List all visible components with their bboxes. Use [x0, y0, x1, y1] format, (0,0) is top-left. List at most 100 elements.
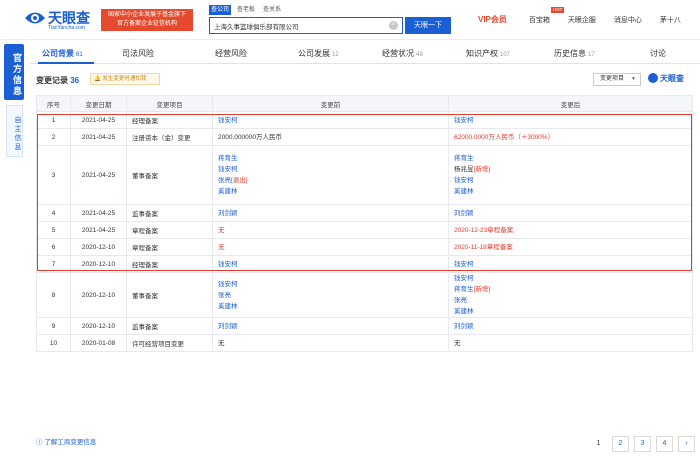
table-row: 7 2020-12-10 经理备案 钱安柯 钱安柯 [36, 255, 693, 273]
next-page-button[interactable]: › [678, 436, 695, 452]
nav-treasure-box[interactable]: 百宝箱 HOT [529, 6, 565, 25]
page-4[interactable]: 4 [656, 436, 673, 452]
person-link[interactable]: 刘剑颖 [218, 210, 238, 217]
change-value: 2020-11-18章程备案 [454, 242, 692, 253]
cell-no: 10 [36, 334, 71, 352]
user-name[interactable]: 茅十八 [660, 15, 681, 25]
change-value: 无 [454, 338, 692, 349]
person-link[interactable]: 张亮 [218, 292, 231, 299]
person-link[interactable]: 钱安柯 [218, 281, 238, 288]
table-row: 2 2021-04-25 注册资本（金）变更 2000.000000万人民币 62000… [36, 128, 693, 146]
search-tab-company[interactable]: 查公司 [209, 5, 232, 15]
search-button[interactable]: 天眼一下 [405, 17, 451, 34]
person-link[interactable]: 钱安柯 [454, 261, 474, 268]
tab-operating-risk[interactable]: 经营风险 [215, 48, 247, 59]
person-link[interactable]: 钱安柯 [454, 117, 474, 124]
chevron-down-icon: ▼ [631, 76, 636, 82]
cell-date: 2021-04-25 [70, 145, 127, 205]
search-input[interactable] [210, 18, 390, 33]
cell-before: 2000.000000万人民币 [212, 128, 449, 146]
tab-legal-risk[interactable]: 司法风险 [122, 48, 154, 59]
tab-discussion[interactable]: 讨论 [650, 48, 666, 59]
person-link[interactable]: 钱安柯 [454, 275, 474, 282]
person-link[interactable]: 蒋育生 [454, 286, 474, 293]
change-item-filter-select[interactable]: 变更项目 ▼ [593, 73, 641, 86]
tab-business-status[interactable]: 经营状况 49 [382, 48, 423, 59]
change-value: 奚建林 [454, 306, 692, 317]
person-link[interactable]: 钱安柯 [218, 117, 238, 124]
eye-logo-icon [25, 12, 45, 24]
person-link[interactable]: 钱安柯 [454, 177, 474, 184]
vip-link[interactable]: VIP会员 [478, 14, 507, 25]
tab-intellectual-property[interactable]: 知识产权 107 [466, 48, 510, 59]
person-link[interactable]: 钱安柯 [218, 261, 238, 268]
person-link[interactable]: 奚建林 [218, 188, 238, 195]
change-value: 张亮 [218, 290, 448, 301]
change-value: 奚建林 [454, 186, 692, 197]
tab-history[interactable]: 历史信息 17 [554, 48, 595, 59]
tianyancha-logo[interactable]: 天眼查 TianYancha.com [24, 7, 94, 33]
tab-company-development[interactable]: 公司发展 12 [298, 48, 339, 59]
section-count: 36 [70, 76, 80, 85]
change-value: 奚建林 [218, 301, 448, 312]
tab-label: 经营状况 [382, 49, 414, 58]
notify-on-change-button[interactable]: 🔔 发生变更时通知我 [90, 73, 160, 85]
tab-label: 经营风险 [215, 49, 247, 58]
change-value: 无 [218, 338, 448, 349]
cell-after: 钱安柯 蒋育生[新增] 张亮 奚建林 [448, 272, 693, 318]
side-tab-official-info[interactable]: 官方信息 [4, 44, 24, 100]
person-link[interactable]: 张亮 [218, 177, 231, 184]
filter-label: 变更项目 [600, 76, 625, 82]
change-tag: [退出] [231, 177, 248, 184]
cell-no: 6 [36, 238, 71, 256]
cell-no: 1 [36, 111, 71, 129]
promo-banner[interactable]: 国家中小企业发展子基金旗下 官方备案企业征信机构 [101, 9, 193, 31]
cell-date: 2020-01-08 [70, 334, 127, 352]
cell-no: 7 [36, 255, 71, 273]
cell-no: 9 [36, 317, 71, 335]
person-link[interactable]: 奚建林 [454, 308, 474, 315]
top-header: 天眼查 TianYancha.com 国家中小企业发展子基金旗下 官方备案企业征… [0, 0, 700, 40]
nav-enterprise-service[interactable]: 天眼企服 [568, 15, 596, 25]
table-row: 9 2020-12-10 监事备案 刘剑颖 刘剑颖 [36, 317, 693, 335]
cell-after: 钱安柯 [448, 255, 693, 273]
nav-message-center[interactable]: 消息中心 [614, 15, 642, 25]
person-link[interactable]: 钱安柯 [218, 166, 238, 173]
person-link[interactable]: 奚建林 [454, 188, 474, 195]
value-text: 2020-11-18章程备案 [454, 243, 513, 251]
cell-item: 许可经营项目变更 [126, 334, 213, 352]
page-1[interactable]: 1 [590, 436, 607, 452]
cell-item: 董事备案 [126, 272, 213, 318]
tab-company-background[interactable]: 公司背景 61 [42, 48, 83, 59]
cell-date: 2021-04-25 [70, 221, 127, 239]
cell-item: 监事备案 [126, 317, 213, 335]
cell-before: 钱安柯 [212, 111, 449, 129]
side-tab-self-info[interactable]: 自主信息 [6, 105, 23, 157]
change-value: 刘剑颖 [218, 321, 448, 332]
notify-label: 发生变更时通知我 [102, 76, 147, 82]
cell-before: 无 [212, 334, 449, 352]
cell-before: 钱安柯 [212, 255, 449, 273]
person-link[interactable]: 奚建林 [218, 303, 238, 310]
person-link[interactable]: 蒋育生 [454, 155, 474, 162]
person-link[interactable]: 刘剑颖 [218, 323, 238, 330]
page-2[interactable]: 2 [612, 436, 629, 452]
person-link[interactable]: 张亮 [454, 297, 467, 304]
help-link[interactable]: ⓘ 了解工商变更信息 [36, 436, 96, 446]
change-value: 刘剑颖 [454, 208, 692, 219]
change-value: 杨兆昱[新增] [454, 164, 692, 175]
clear-icon[interactable]: × [389, 21, 398, 30]
section-title-text: 变更记录 [36, 76, 68, 85]
search-tab-boss[interactable]: 查老板 [235, 5, 257, 15]
search-tab-relation[interactable]: 查关系 [261, 5, 283, 15]
person-link[interactable]: 蒋育生 [218, 155, 238, 162]
value-text: 无 [218, 226, 225, 234]
cell-before: 蒋育生钱安柯张亮[退出] 奚建林 [212, 145, 449, 205]
change-value: 蒋育生 [218, 153, 448, 164]
person-link[interactable]: 刘剑颖 [454, 210, 474, 217]
page-3[interactable]: 3 [634, 436, 651, 452]
table-body: 1 2021-04-25 经理备案 钱安柯 钱安柯 2 2021-04-25 注册资本（金）变… [36, 111, 693, 352]
cell-after: 62000.0000万人民币（＋3000%） [448, 128, 693, 146]
person-link[interactable]: 刘剑颖 [454, 323, 474, 330]
cell-before: 刘剑颖 [212, 317, 449, 335]
